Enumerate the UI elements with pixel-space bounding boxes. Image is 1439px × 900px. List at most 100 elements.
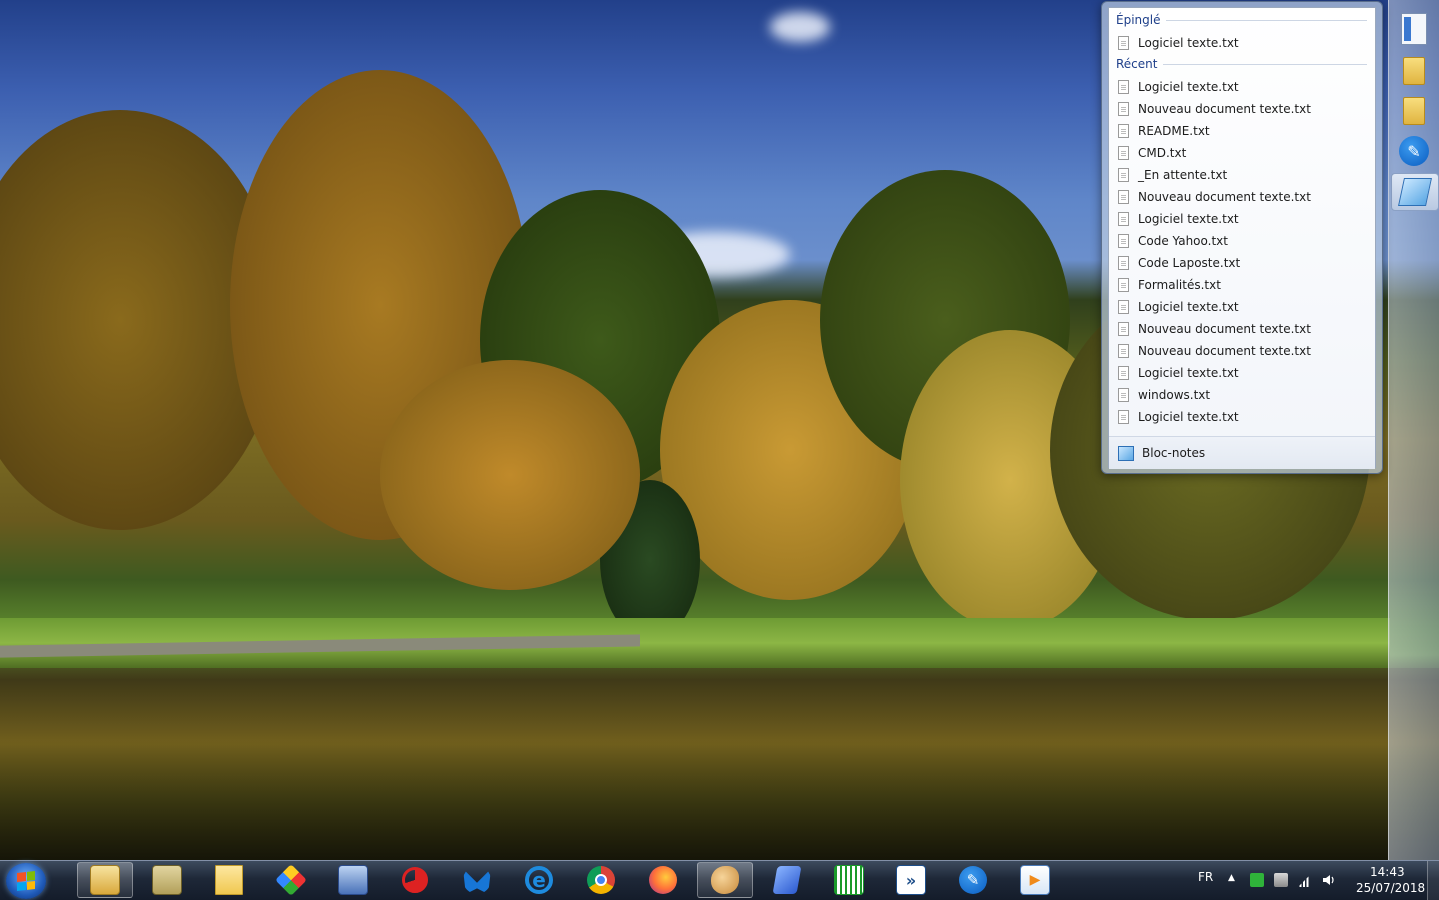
cloud-app-icon [338,865,368,895]
taskbar-malwarebytes-button[interactable] [449,862,505,898]
recent-item[interactable]: Code Yahoo.txt [1118,230,1370,252]
power-plug-icon[interactable] [1274,873,1288,887]
recent-item[interactable]: Logiciel texte.txt [1118,296,1370,318]
firefox-icon [649,866,677,894]
taskbar-notes-button[interactable] [201,862,257,898]
text-file-icon [1118,322,1129,336]
notepad-icon [1398,178,1432,206]
recent-item-label: Nouveau document texte.txt [1138,190,1311,204]
text-file-icon [1118,124,1129,138]
recent-item-label: Code Yahoo.txt [1138,234,1228,248]
recent-item-label: Logiciel texte.txt [1138,80,1239,94]
folder-icon [1403,97,1425,125]
dock-pen-button[interactable]: ✎ [1397,134,1431,168]
recent-item-label: Code Laposte.txt [1138,256,1241,270]
video-icon: ▶ [1020,865,1050,895]
clock-time[interactable]: 14:43 [1370,865,1405,879]
side-dock: ✎ [1388,0,1439,860]
recent-item[interactable]: CMD.txt [1118,142,1370,164]
recent-item[interactable]: Logiciel texte.txt [1118,76,1370,98]
taskbar-ccleaner-button[interactable] [387,862,443,898]
recent-item-label: windows.txt [1138,388,1211,402]
start-button[interactable] [6,863,46,899]
text-file-icon [1118,80,1129,94]
taskbar-remote-button[interactable]: » [883,862,939,898]
taskbar-video-button[interactable]: ▶ [1007,862,1063,898]
notes-icon [215,865,243,895]
recent-item[interactable]: windows.txt [1118,384,1370,406]
recent-item[interactable]: Nouveau document texte.txt [1118,340,1370,362]
pen-icon: ✎ [1399,136,1429,166]
text-file-icon [1118,344,1129,358]
folder-icon [1403,57,1425,85]
recent-item[interactable]: Logiciel texte.txt [1118,406,1370,428]
taskbar: e » ✎ ▶ FR ▲ 14:43 25/07/2018 [0,860,1439,900]
taskbar-explorer-button[interactable] [77,862,133,898]
recent-item-label: Formalités.txt [1138,278,1221,292]
taskbar-internet-explorer-button[interactable]: e [511,862,567,898]
windows-logo-icon [17,871,35,891]
pinned-section-header: Épinglé [1116,12,1367,28]
recent-item-label: Nouveau document texte.txt [1138,322,1311,336]
pen-icon: ✎ [959,866,987,894]
spreadsheet-icon [834,865,864,895]
recent-item-label: Logiciel texte.txt [1138,366,1239,380]
dock-calculator-button[interactable] [1397,12,1431,46]
volume-icon[interactable] [1322,873,1336,887]
taskbar-book-button[interactable] [759,862,815,898]
internet-explorer-icon: e [525,866,553,894]
text-file-icon [1118,36,1129,50]
recent-item-label: Nouveau document texte.txt [1138,344,1311,358]
dock-folder-button-2[interactable] [1397,94,1431,128]
recent-item[interactable]: README.txt [1118,120,1370,142]
taskbar-firefox-button[interactable] [635,862,691,898]
taskbar-folder-sync-button[interactable] [139,862,195,898]
pinned-header-label: Épinglé [1116,13,1161,27]
recent-item[interactable]: Nouveau document texte.txt [1118,186,1370,208]
show-desktop-button[interactable] [1427,861,1439,900]
recent-item-label: CMD.txt [1138,146,1187,160]
explorer-icon [90,865,120,895]
recent-item[interactable]: Nouveau document texte.txt [1118,98,1370,120]
folder-sync-icon [152,865,182,895]
pinned-item[interactable]: Logiciel texte.txt [1118,32,1370,54]
text-file-icon [1118,278,1129,292]
recent-item[interactable]: Code Laposte.txt [1118,252,1370,274]
dock-notepad-button[interactable] [1391,173,1439,211]
recent-section-header: Récent [1116,56,1367,72]
recent-item-label: README.txt [1138,124,1210,138]
text-file-icon [1118,366,1129,380]
taskbar-paint-button[interactable] [697,862,753,898]
taskbar-spreadsheet-button[interactable] [821,862,877,898]
taskbar-pen-button[interactable]: ✎ [945,862,1001,898]
recent-header-label: Récent [1116,57,1158,71]
dock-folder-button-1[interactable] [1397,54,1431,88]
taskbar-chrome-button[interactable] [573,862,629,898]
language-indicator[interactable]: FR [1198,870,1213,884]
clock-date[interactable]: 25/07/2018 [1356,881,1425,895]
pinned-item-label: Logiciel texte.txt [1138,36,1239,50]
malwarebytes-icon [463,868,491,894]
recent-item-label: Logiciel texte.txt [1138,410,1239,424]
ccleaner-icon [402,867,428,893]
network-signal-icon[interactable] [1298,873,1312,887]
text-file-icon [1118,212,1129,226]
recent-item-label: Logiciel texte.txt [1138,300,1239,314]
recent-item[interactable]: Nouveau document texte.txt [1118,318,1370,340]
book-icon [772,866,802,894]
jump-list-panel: Épinglé Logiciel texte.txt Récent Logici… [1108,7,1376,469]
taskbar-cube-app-button[interactable] [263,862,319,898]
recent-item[interactable]: Formalités.txt [1118,274,1370,296]
recent-item-label: Nouveau document texte.txt [1138,102,1311,116]
taskbar-cloud-app-button[interactable] [325,862,381,898]
jump-list-footer: Bloc-notes [1109,437,1375,469]
notepad-icon [1118,445,1134,461]
recent-item[interactable]: Logiciel texte.txt [1118,362,1370,384]
open-notepad-item[interactable]: Bloc-notes [1118,442,1370,464]
system-tray: FR ▲ 14:43 25/07/2018 [1190,861,1439,900]
recent-item-label: _En attente.txt [1138,168,1228,182]
recent-item[interactable]: _En attente.txt [1118,164,1370,186]
recent-item[interactable]: Logiciel texte.txt [1118,208,1370,230]
security-check-icon[interactable] [1250,873,1264,887]
tray-overflow-button[interactable]: ▲ [1228,873,1235,883]
